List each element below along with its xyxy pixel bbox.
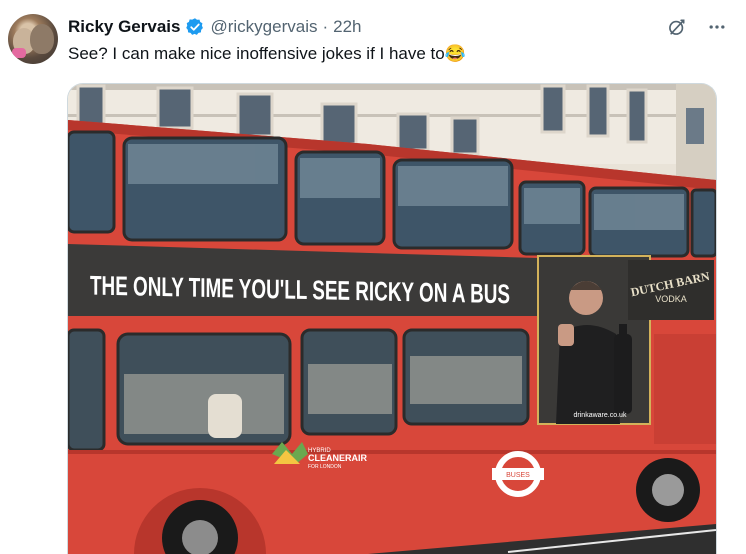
- roundel-text: BUSES: [506, 472, 530, 479]
- cleanair-line3: FOR LONDON: [308, 464, 342, 470]
- brand-product: VODKA: [655, 294, 687, 304]
- drinkaware-text: drinkaware.co.uk: [574, 412, 627, 419]
- separator: ·: [322, 17, 329, 36]
- author-name[interactable]: Ricky Gervais: [68, 17, 180, 37]
- avatar-cat: [30, 24, 54, 54]
- tweet-header: Ricky Gervais @rickygervais · 22h: [68, 14, 362, 40]
- tweet-text: See? I can make nice inoffensive jokes i…: [68, 44, 466, 63]
- tweet-actions-top: [666, 16, 728, 38]
- cleanair-line2: CLEANERAIR: [308, 453, 368, 463]
- timestamp[interactable]: 22h: [333, 17, 361, 37]
- grok-icon[interactable]: [666, 16, 688, 38]
- more-icon[interactable]: [706, 16, 728, 38]
- tweet-photo[interactable]: THE ONLY TIME YOU'LL SEE RICKY ON A BUS …: [67, 83, 717, 554]
- avatar[interactable]: [8, 14, 58, 64]
- tweet[interactable]: Ricky Gervais @rickygervais · 22h See? I…: [0, 0, 746, 554]
- author-handle[interactable]: @rickygervais: [210, 17, 317, 37]
- bus-photo: THE ONLY TIME YOU'LL SEE RICKY ON A BUS …: [68, 84, 716, 554]
- avatar-toy: [12, 48, 26, 58]
- verified-badge-icon[interactable]: [185, 17, 205, 37]
